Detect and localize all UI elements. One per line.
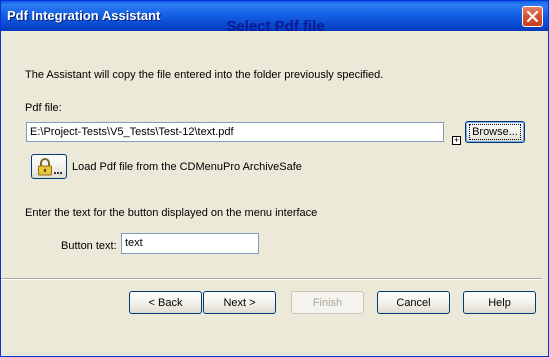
cancel-button[interactable]: Cancel: [377, 291, 450, 314]
button-text-prompt: Enter the text for the button displayed …: [25, 207, 318, 219]
button-text-input[interactable]: text: [121, 233, 259, 254]
expand-icon[interactable]: +: [452, 136, 461, 145]
finish-button[interactable]: Finish: [291, 291, 364, 314]
pdf-file-label: Pdf file:: [25, 102, 62, 114]
dialog-window: Pdf Integration Assistant Select Pdf fil…: [0, 0, 549, 357]
button-text-label: Button text:: [61, 240, 117, 252]
help-button[interactable]: Help: [463, 291, 536, 314]
intro-text: The Assistant will copy the file entered…: [25, 69, 384, 81]
browse-button-label: Browse...: [469, 124, 521, 140]
footer-divider: [1, 278, 542, 280]
pdf-file-input[interactable]: E:\Project-Tests\V5_Tests\Test-12\text.p…: [26, 122, 444, 142]
load-from-archive-label: Load Pdf file from the CDMenuPro Archive…: [72, 161, 302, 173]
load-from-archive-button[interactable]: [31, 154, 67, 179]
back-button[interactable]: < Back: [129, 291, 202, 314]
padlock-icon: [38, 157, 62, 175]
browse-button[interactable]: Browse...: [465, 121, 525, 143]
next-button[interactable]: Next >: [203, 291, 276, 314]
page-heading: Select Pdf file: [226, 18, 325, 35]
